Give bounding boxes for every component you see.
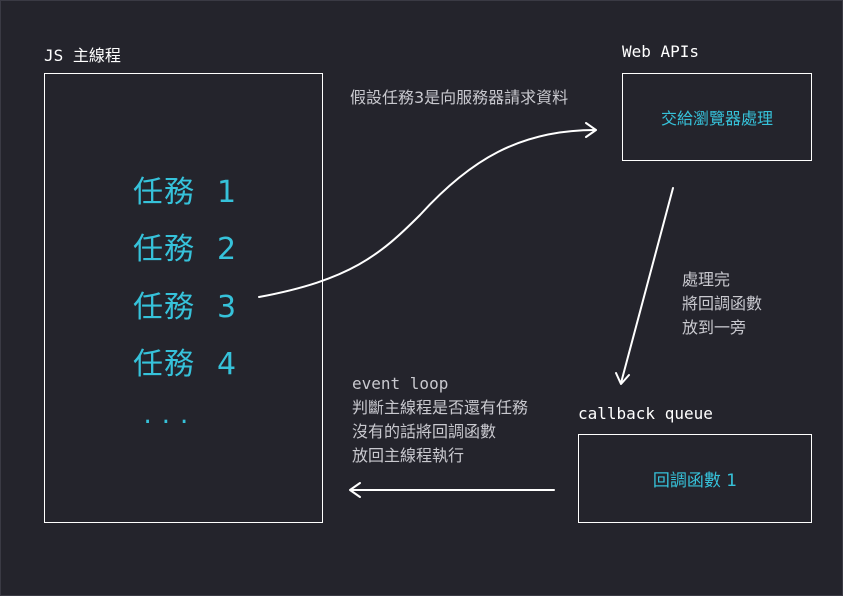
- arrows-layer: [258, 122, 674, 498]
- arrow-webapis-to-queue: [620, 187, 674, 384]
- arrow-task3-to-webapis: [258, 129, 596, 298]
